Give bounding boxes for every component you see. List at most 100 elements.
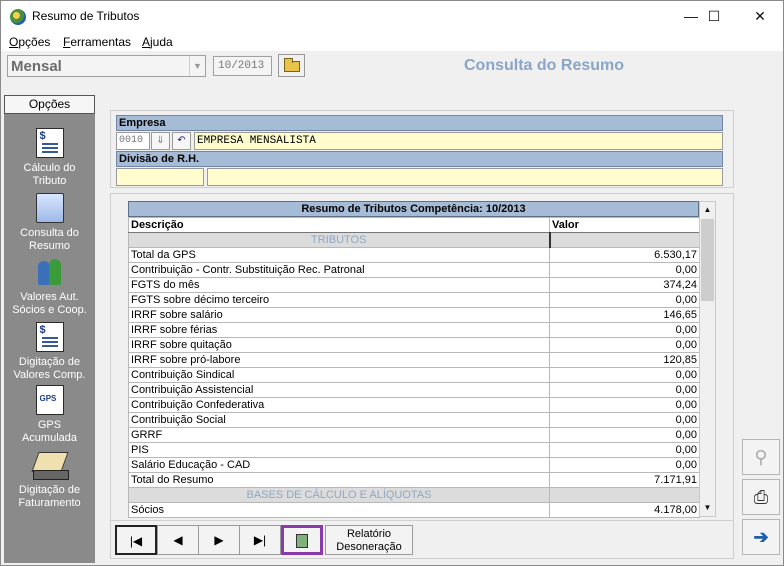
empresa-code-field[interactable]: 0010 xyxy=(116,132,150,150)
menu-opcoes[interactable]: Opções xyxy=(9,35,50,49)
table-row[interactable]: Contribuição Assistencial 0,00 xyxy=(128,382,700,398)
row-value: 0,00 xyxy=(549,367,700,383)
row-value: 7.171,91 xyxy=(549,472,700,488)
folder-icon xyxy=(284,58,300,72)
scroll-down-icon[interactable]: ▼ xyxy=(700,500,715,516)
table-row[interactable]: Sócios 4.178,00 xyxy=(128,502,700,518)
table-body: TRIBUTOS Total da GPS 6.530,17 Contribuiç… xyxy=(128,232,700,518)
table-row[interactable]: IRRF sobre salário 146,65 xyxy=(128,307,700,323)
row-value: 0,00 xyxy=(549,442,700,458)
row-description: Total do Resumo xyxy=(128,472,550,488)
menu-ferramentas[interactable]: Ferramentas xyxy=(63,35,131,49)
table-row[interactable]: Total da GPS 6.530,17 xyxy=(128,247,700,263)
download-icon[interactable]: ⇓ xyxy=(151,132,170,150)
table-row[interactable]: PIS 0,00 xyxy=(128,442,700,458)
table-row[interactable]: Total do Resumo 7.171,91 xyxy=(128,472,700,488)
table-row[interactable]: Salário Educação - CAD 0,00 xyxy=(128,457,700,473)
empresa-name-field[interactable]: EMPRESA MENSALISTA xyxy=(194,132,723,150)
exit-icon[interactable]: ➔ xyxy=(742,519,780,555)
tax-summary-table: Descrição Valor TRIBUTOS Total da GPS 6.5… xyxy=(128,217,700,518)
section-label: TRIBUTOS xyxy=(128,232,551,248)
menu-ajuda[interactable]: Ajuda xyxy=(142,35,173,49)
printer-icon[interactable]: ⎙ xyxy=(742,479,780,515)
table-row[interactable]: Contribuição - Contr. Substituição Rec. … xyxy=(128,262,700,278)
row-value: 374,24 xyxy=(549,277,700,293)
sidebar-item-label: Faturamento xyxy=(18,497,81,509)
sidebar-item-label: Sócios e Coop. xyxy=(12,304,87,316)
vertical-scrollbar[interactable]: ▲ ▼ xyxy=(699,201,716,517)
divisao-code-field[interactable] xyxy=(116,168,204,186)
column-header-descricao[interactable]: Descrição xyxy=(128,217,550,233)
sidebar-item-calculo[interactable]: $ Cálculo do Tributo xyxy=(4,128,95,188)
sidebar-item-valores-aut[interactable]: Valores Aut. Sócios e Coop. xyxy=(4,257,95,317)
sidebar-item-gps[interactable]: GPS GPS Acumulada xyxy=(4,385,95,445)
money-doc-icon: $ xyxy=(35,322,64,352)
sidebar-item-digitacao-valores[interactable]: $ Digitação de Valores Comp. xyxy=(4,322,95,382)
row-value: 120,85 xyxy=(549,352,700,368)
sidebar-item-label: Digitação de xyxy=(18,356,81,368)
row-value: 0,00 xyxy=(549,412,700,428)
row-description: Contribuição Sindical xyxy=(128,367,550,383)
close-button[interactable]: ✕ xyxy=(737,1,783,32)
options-button[interactable]: Opções xyxy=(4,95,95,114)
scroll-thumb[interactable] xyxy=(701,219,714,301)
row-description: Contribuição - Contr. Substituição Rec. … xyxy=(128,262,550,278)
row-description: PIS xyxy=(128,442,550,458)
open-folder-button[interactable] xyxy=(278,54,305,77)
divisao-name-field[interactable] xyxy=(207,168,723,186)
sidebar-item-consulta[interactable]: Consulta do Resumo xyxy=(4,193,95,253)
row-description: Contribuição Confederativa xyxy=(128,397,550,413)
table-row[interactable]: FGTS do mês 374,24 xyxy=(128,277,700,293)
row-value: 6.530,17 xyxy=(549,247,700,263)
recycle-bin-button[interactable] xyxy=(281,525,323,555)
maximize-button[interactable]: ☐ xyxy=(691,1,737,32)
row-value: 0,00 xyxy=(549,337,700,353)
row-description: Sócios xyxy=(128,502,550,518)
app-window: Resumo de Tributos — ☐ ✕ Opções Ferramen… xyxy=(0,0,784,566)
row-description: Salário Educação - CAD xyxy=(128,457,550,473)
row-value: 4.178,00 xyxy=(549,502,700,518)
search-person-icon[interactable]: ⚲ xyxy=(742,439,780,475)
table-row[interactable]: IRRF sobre pró-labore 120,85 xyxy=(128,352,700,368)
table-row[interactable]: IRRF sobre férias 0,00 xyxy=(128,322,700,338)
sidebar-item-label: Acumulada xyxy=(21,432,78,444)
sidebar-item-faturamento[interactable]: Digitação de Faturamento xyxy=(4,450,95,510)
last-record-button[interactable]: ▶| xyxy=(239,525,281,555)
mode-select[interactable]: Mensal ▼ xyxy=(7,55,206,77)
first-record-button[interactable]: |◀ xyxy=(115,525,157,555)
table-row[interactable]: GRRF 0,00 xyxy=(128,427,700,443)
recycle-bin-icon xyxy=(296,534,308,548)
table-row[interactable]: Contribuição Sindical 0,00 xyxy=(128,367,700,383)
period-field[interactable]: 10/2013 xyxy=(213,56,272,76)
row-value: 0,00 xyxy=(549,427,700,443)
window-title: Resumo de Tributos xyxy=(32,9,140,23)
sidebar-item-label: GPS xyxy=(37,419,62,431)
row-description: IRRF sobre pró-labore xyxy=(128,352,550,368)
row-value: 0,00 xyxy=(549,322,700,338)
chevron-down-icon[interactable]: ▼ xyxy=(189,56,205,76)
table-header-row: Descrição Valor xyxy=(128,217,700,233)
row-description: Total da GPS xyxy=(128,247,550,263)
row-value: 0,00 xyxy=(549,457,700,473)
table-row[interactable]: IRRF sobre quitação 0,00 xyxy=(128,337,700,353)
previous-record-button[interactable]: ◀ xyxy=(157,525,199,555)
column-header-valor[interactable]: Valor xyxy=(549,217,700,233)
navigation-bar: |◀ ◀ ▶ ▶| Relatório Desoneração xyxy=(110,520,734,559)
sidebar-item-label: Cálculo do xyxy=(23,162,76,174)
table-row[interactable]: FGTS sobre décimo terceiro 0,00 xyxy=(128,292,700,308)
undo-icon[interactable]: ↶ xyxy=(172,132,191,150)
scroll-up-icon[interactable]: ▲ xyxy=(700,202,715,218)
computer-icon xyxy=(35,193,64,223)
table-row[interactable]: Contribuição Confederativa 0,00 xyxy=(128,397,700,413)
relatorio-desoneracao-button[interactable]: Relatório Desoneração xyxy=(325,525,413,555)
next-record-button[interactable]: ▶ xyxy=(198,525,240,555)
row-value: 146,65 xyxy=(549,307,700,323)
sidebar-item-label: Digitação de xyxy=(18,484,81,496)
gps-doc-icon: GPS xyxy=(35,385,64,415)
row-description: IRRF sobre salário xyxy=(128,307,550,323)
calculator-doc-icon: $ xyxy=(35,128,64,158)
table-row[interactable]: Contribuição Social 0,00 xyxy=(128,412,700,428)
row-description: FGTS do mês xyxy=(128,277,550,293)
row-description: FGTS sobre décimo terceiro xyxy=(128,292,550,308)
row-description: GRRF xyxy=(128,427,550,443)
